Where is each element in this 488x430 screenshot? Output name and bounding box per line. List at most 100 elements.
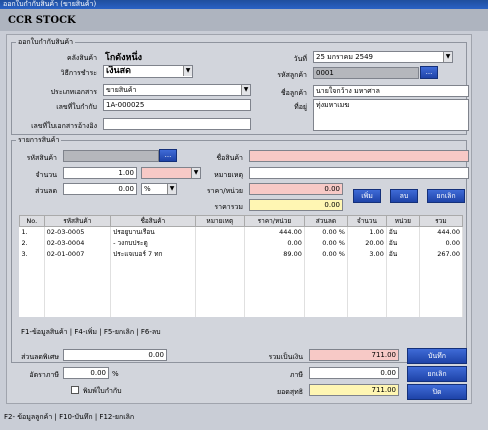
cancel-item-button[interactable]: ยกเลิก	[427, 189, 465, 203]
item-code-field[interactable]	[63, 150, 159, 162]
table-cell: 0.00 %	[304, 226, 348, 238]
cust-name-label: ชื่อลูกค้า	[280, 89, 307, 97]
table-row[interactable]: 2. 02-03-0004 - วงกบประตู 0.00 0.00 % 20.00 อ…	[19, 237, 464, 249]
table-cell	[304, 259, 348, 269]
chevron-down-icon[interactable]: ▼	[443, 52, 452, 62]
table-cell	[44, 307, 112, 317]
cust-code-field[interactable]: 0001	[313, 67, 419, 79]
cust-browse-button[interactable]: ...	[420, 66, 438, 79]
table-cell: 02-01-0007	[44, 248, 112, 260]
empty-row	[19, 268, 464, 279]
table-row[interactable]: 3. 02-01-0007 ประแจเบอร์ 7 ทก 89.00 0.00 % 3.…	[19, 248, 464, 260]
note-field[interactable]	[249, 167, 469, 179]
column-header[interactable]: ราคา/หน่วย	[243, 215, 305, 227]
save-button[interactable]: บันทึก	[407, 348, 467, 364]
column-header[interactable]: No.	[19, 215, 45, 227]
ref-doc-field[interactable]	[103, 118, 251, 130]
item-name-field[interactable]	[249, 150, 469, 162]
print-invoice-checkbox[interactable]	[71, 386, 79, 394]
item-code-label: รหัสสินค้า	[26, 154, 57, 162]
address-field[interactable]: ทุ่งมหาเมฆ	[313, 99, 469, 131]
column-header[interactable]: หมายเหตุ	[194, 215, 245, 227]
column-header[interactable]: หน่วย	[385, 215, 420, 227]
subtotal-field: 711.00	[309, 349, 399, 361]
empty-row	[19, 288, 464, 298]
unit-select[interactable]: ▼	[141, 167, 201, 179]
table-cell: 444.00	[244, 226, 305, 238]
subtotal-label: รวมเป็นเงิน	[268, 353, 303, 361]
items-hint: F1-ข้อมูลสินค้า | F4-เพิ่ม | F5-ยกเลิก |…	[21, 328, 161, 336]
address-label: ที่อยู่	[294, 103, 307, 111]
table-cell	[419, 268, 464, 279]
special-discount-field[interactable]: 0.00	[63, 349, 167, 361]
unit-price-field[interactable]: 0.00	[249, 183, 343, 195]
payment-value: เงินสด	[106, 66, 131, 76]
chevron-down-icon[interactable]: ▼	[241, 85, 250, 95]
date-picker[interactable]: 25 มกราคม 2549 ▼	[313, 51, 453, 63]
doc-type-select[interactable]: ขายสินค้า ▼	[103, 84, 251, 96]
column-header[interactable]: ส่วนลด	[303, 215, 348, 227]
table-cell	[110, 307, 196, 317]
discount-label: ส่วนลด	[35, 187, 57, 195]
line-total-label: ราคารวม	[214, 203, 243, 211]
empty-row	[19, 259, 464, 269]
table-cell	[386, 307, 420, 317]
window-title: ออกใบกำกับสินค้า (ขายสินค้า)	[0, 0, 488, 9]
table-cell	[347, 268, 387, 279]
table-cell	[195, 288, 245, 298]
table-cell	[19, 268, 45, 279]
table-cell	[419, 288, 464, 298]
empty-row	[19, 297, 464, 308]
items-table: No. รหัสสินค้า ชื่อสินค้า หมายเหตุ ราคา/หน่ว…	[19, 215, 464, 317]
chevron-down-icon[interactable]: ▼	[167, 184, 176, 194]
table-cell	[347, 278, 387, 289]
discount-field[interactable]: 0.00	[63, 183, 137, 195]
table-cell: 0.00 %	[304, 248, 348, 260]
table-cell	[195, 278, 245, 289]
table-cell	[419, 259, 464, 269]
table-row[interactable]: 1. 02-03-0005 ปรอยูบานเรือน 444.00 0.00 % 1.0…	[19, 226, 464, 238]
table-cell: อัน	[386, 237, 420, 249]
invoice-no-field[interactable]: 1A-000025	[103, 99, 251, 111]
add-item-button[interactable]: เพิ่ม	[353, 189, 381, 203]
cust-name-field[interactable]: นายใจกว้าง มหาศาล	[313, 85, 469, 97]
column-header[interactable]: จำนวน	[346, 215, 387, 227]
doc-group-legend: ออกใบกำกับสินค้า	[18, 38, 74, 46]
table-cell: 89.00	[244, 248, 305, 260]
payment-select[interactable]: เงินสด ▼	[103, 65, 193, 78]
close-button[interactable]: ปิด	[407, 384, 467, 400]
qty-label: จำนวน	[35, 171, 57, 179]
table-cell: 444.00	[419, 226, 464, 238]
ref-doc-label: เลขที่ใบเอกสารอ้างอิง	[31, 122, 97, 130]
table-cell	[110, 297, 196, 308]
table-cell	[44, 278, 112, 289]
delete-item-button[interactable]: ลบ	[390, 189, 418, 203]
column-header[interactable]: รหัสสินค้า	[43, 215, 112, 227]
table-cell: ประแจเบอร์ 7 ทก	[110, 248, 196, 260]
tax-rate-label: อัตราภาษี	[29, 371, 59, 379]
table-cell	[19, 307, 45, 317]
cust-code-label: รหัสลูกค้า	[277, 71, 307, 79]
table-cell	[419, 307, 464, 317]
line-total-field: 0.00	[249, 199, 343, 211]
qty-field[interactable]: 1.00	[63, 167, 137, 179]
tax-rate-field[interactable]: 0.00	[63, 367, 109, 379]
table-cell	[19, 259, 45, 269]
table-cell	[44, 288, 112, 298]
item-browse-button[interactable]: ...	[159, 149, 177, 162]
date-value: 25 มกราคม 2549	[316, 53, 374, 61]
empty-row	[19, 307, 464, 317]
chevron-down-icon[interactable]: ▼	[191, 168, 200, 178]
column-header[interactable]: ชื่อสินค้า	[110, 215, 196, 227]
empty-row	[19, 278, 464, 289]
column-header[interactable]: รวม	[418, 215, 464, 227]
table-cell	[304, 288, 348, 298]
chevron-down-icon[interactable]: ▼	[183, 66, 192, 76]
cancel-button[interactable]: ยกเลิก	[407, 366, 467, 382]
note-label: หมายเหตุ	[214, 171, 243, 179]
unit-price-label: ราคา/หน่วย	[206, 187, 243, 195]
net-total-label: ยอดสุทธิ	[276, 388, 303, 396]
table-cell	[386, 297, 420, 308]
discount-unit-select[interactable]: % ▼	[141, 183, 177, 195]
table-cell: อัน	[386, 248, 420, 260]
